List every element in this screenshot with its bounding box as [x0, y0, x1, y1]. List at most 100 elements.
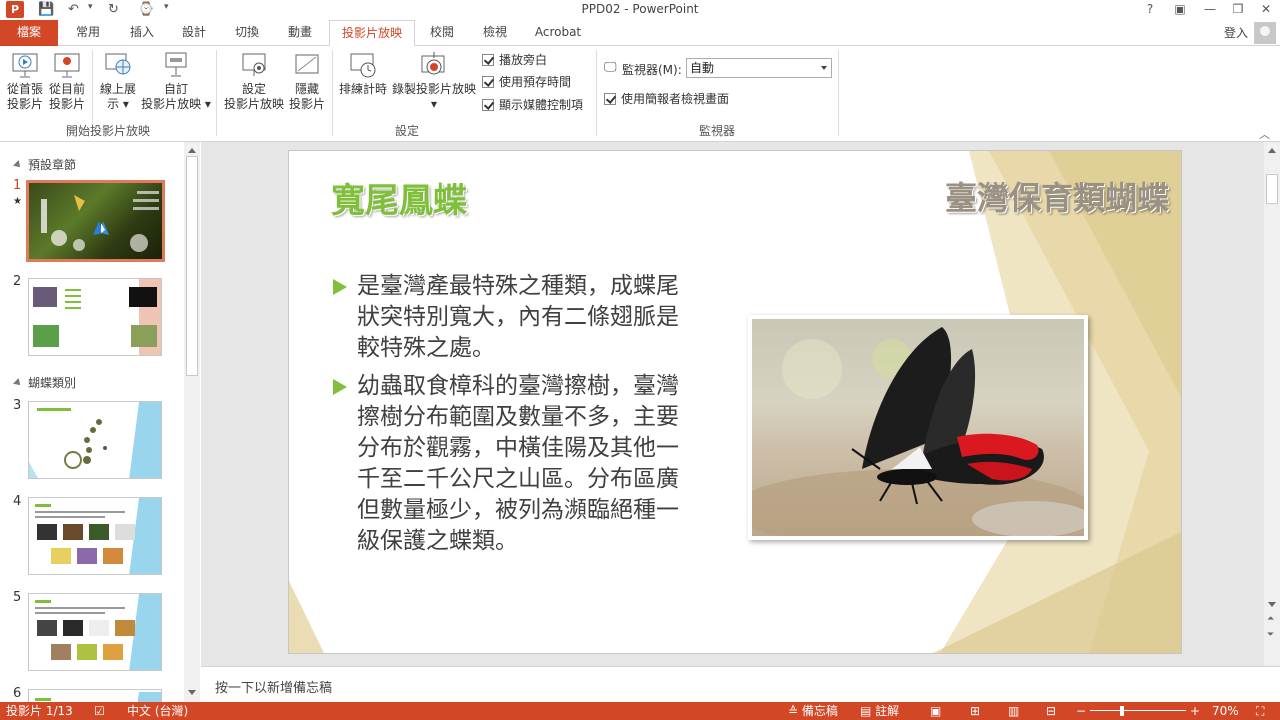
next-slide-icon[interactable]: ⏷ [1267, 630, 1274, 640]
tab-home[interactable]: 常用 [66, 20, 110, 46]
scroll-down-icon[interactable] [188, 690, 196, 695]
play-narrations-checkbox[interactable]: 播放旁白 [482, 52, 547, 68]
normal-view-icon[interactable]: ▣ [930, 702, 941, 720]
slide-thumbnails-pane: 預設章節 1 ★ 2 蝴蝶類別 3 4 5 6 [0, 142, 200, 702]
slide-banner-title[interactable]: 臺灣保育類蝴蝶 [945, 173, 1169, 219]
previous-slide-icon[interactable]: ⏶ [1267, 614, 1274, 624]
show-media-controls-checkbox[interactable]: 顯示媒體控制項 [482, 97, 583, 113]
tab-acrobat[interactable]: Acrobat [528, 20, 588, 46]
zoom-slider-thumb[interactable] [1120, 706, 1124, 716]
scrollbar-thumb[interactable] [186, 156, 198, 376]
tab-view[interactable]: 檢視 [473, 20, 517, 46]
powerpoint-window: P 💾 ↶ ▾ ↻ ⌚ ▾ PPD02 - PowerPoint ? ▣ — ❐… [0, 0, 1280, 720]
from-current-icon [54, 53, 80, 78]
spell-check-icon[interactable]: ☑ [94, 702, 105, 720]
ribbon-tabs: 檔案 常用 插入 設計 切換 動畫 投影片放映 校閱 檢視 Acrobat 登入 [0, 20, 1280, 47]
separator [596, 50, 597, 136]
zoom-slider[interactable] [1090, 710, 1186, 711]
powerpoint-logo-icon: P [6, 1, 24, 18]
checkbox-checked-icon [482, 76, 494, 88]
separator [216, 50, 217, 136]
tab-animations[interactable]: 動畫 [278, 20, 322, 46]
tab-file[interactable]: 檔案 [0, 20, 58, 46]
slide-thumbnail-5[interactable] [28, 593, 162, 671]
save-icon[interactable]: 💾 [38, 2, 54, 17]
slide-sorter-view-icon[interactable]: ⊞ [970, 702, 980, 720]
zoom-level[interactable]: 70% [1212, 702, 1239, 720]
slide-thumbnail-6[interactable] [28, 689, 162, 702]
section-butterfly-categories[interactable]: 蝴蝶類別 [13, 374, 76, 391]
rehearse-timings-button[interactable]: 排練計時 [336, 50, 390, 97]
tab-review[interactable]: 校閱 [420, 20, 464, 46]
slide-number: 2 [13, 274, 22, 289]
monitor-label: 監視器(M): [622, 63, 682, 77]
thumbnail-image [29, 402, 161, 478]
undo-dropdown-icon[interactable]: ▾ [88, 2, 93, 12]
slide-thumbnail-4[interactable] [28, 497, 162, 575]
slide-title[interactable]: 寬尾鳳蝶 [331, 173, 467, 222]
customize-qat-icon[interactable]: ▾ [164, 2, 169, 12]
from-current-button[interactable]: 從目前 投影片 [46, 50, 88, 112]
slide-thumbnail-2[interactable] [28, 278, 162, 356]
custom-slide-show-button[interactable]: 自訂 投影片放映 ▾ [140, 50, 212, 112]
chevron-down-icon [821, 66, 827, 70]
slide-thumbnail-3[interactable] [28, 401, 162, 479]
slide-number: 6 [13, 686, 22, 701]
zoom-in-icon[interactable]: + [1190, 702, 1200, 720]
redo-icon[interactable]: ↻ [108, 2, 119, 17]
use-timings-checkbox[interactable]: 使用預存時間 [482, 74, 571, 90]
avatar[interactable] [1254, 22, 1276, 44]
set-up-slide-show-button[interactable]: 設定 投影片放映 [222, 50, 286, 112]
tab-insert[interactable]: 插入 [120, 20, 164, 46]
use-presenter-view-checkbox[interactable]: 使用簡報者檢視畫面 [604, 91, 729, 107]
rehearse-timings-icon [350, 53, 376, 78]
present-online-button[interactable]: 線上展示 ▾ [96, 50, 140, 112]
language-indicator[interactable]: 中文 (台灣) [127, 702, 188, 720]
restore-button[interactable]: ❐ [1224, 0, 1252, 20]
editor-scrollbar[interactable]: ⏶ ⏷ [1264, 142, 1280, 666]
slide-editor: 寬尾鳳蝶 臺灣保育類蝴蝶 是臺灣產最特殊之種類，成蝶尾狀突特別寬大，內有二條翅脈… [201, 142, 1264, 666]
reading-view-icon[interactable]: ▥ [1008, 702, 1019, 720]
collapse-triangle-icon [13, 378, 23, 388]
bullet-triangle-icon [333, 379, 347, 395]
thumbnails-scrollbar[interactable] [184, 142, 200, 702]
sign-in-link[interactable]: 登入 [1224, 24, 1248, 41]
tab-transitions[interactable]: 切換 [225, 20, 269, 46]
monitor-icon: 🖵 [604, 60, 617, 75]
scroll-down-icon[interactable] [1268, 602, 1276, 607]
thumbnail-image [35, 498, 161, 574]
tab-slide-show[interactable]: 投影片放映 [329, 20, 415, 47]
zoom-out-icon[interactable]: − [1076, 702, 1086, 720]
checkbox-checked-icon [604, 93, 616, 105]
notes-button[interactable]: ≙ 備忘稿 [788, 702, 838, 720]
collapse-ribbon-icon[interactable]: ︿ [1259, 126, 1270, 142]
thumbnail-image [41, 191, 159, 252]
butterfly-photo[interactable] [748, 315, 1088, 540]
fit-slide-icon[interactable]: ⛶ [1256, 702, 1264, 720]
scroll-up-icon[interactable] [188, 148, 196, 153]
from-beginning-qat-icon[interactable]: ⌚ [138, 2, 154, 17]
hide-slide-button[interactable]: 隱藏 投影片 [286, 50, 328, 112]
scroll-up-icon[interactable] [1268, 148, 1276, 153]
bullet-list[interactable]: 是臺灣產最特殊之種類，成蝶尾狀突特別寬大，內有二條翅脈是較特殊之處。 幼蟲取食樟… [331, 271, 701, 564]
scrollbar-thumb[interactable] [1266, 174, 1278, 204]
tab-design[interactable]: 設計 [172, 20, 216, 46]
monitor-select[interactable]: 自動 [686, 58, 832, 78]
current-slide[interactable]: 寬尾鳳蝶 臺灣保育類蝴蝶 是臺灣產最特殊之種類，成蝶尾狀突特別寬大，內有二條翅脈… [288, 150, 1182, 654]
from-beginning-button[interactable]: 從首張 投影片 [4, 50, 46, 112]
present-online-icon [105, 53, 131, 75]
group-label-monitors: 監視器 [698, 124, 735, 138]
minimize-button[interactable]: — [1196, 0, 1224, 20]
record-slide-show-button[interactable]: 錄製投影片放映 ▾ [390, 50, 478, 112]
close-button[interactable]: ✕ [1252, 0, 1280, 20]
undo-icon[interactable]: ↶ [68, 2, 79, 17]
slide-thumbnail-1[interactable] [26, 180, 165, 262]
notes-pane[interactable]: 按一下以新增備忘稿 [201, 666, 1280, 702]
notes-placeholder[interactable]: 按一下以新增備忘稿 [215, 677, 332, 696]
ribbon-display-options-button[interactable]: ▣ [1166, 0, 1194, 20]
animation-star-icon: ★ [13, 196, 22, 207]
slide-show-view-icon[interactable]: ⊟ [1046, 702, 1056, 720]
comments-button[interactable]: ▤ 註解 [860, 702, 899, 720]
section-default[interactable]: 預設章節 [13, 156, 76, 173]
help-button[interactable]: ? [1136, 0, 1164, 20]
